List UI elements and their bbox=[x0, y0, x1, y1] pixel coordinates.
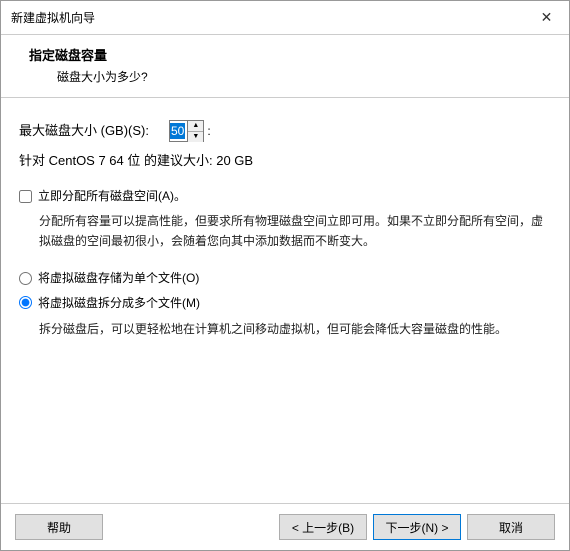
back-button[interactable]: < 上一步(B) bbox=[279, 514, 367, 540]
recommend-text: 针对 CentOS 7 64 位 的建议大小: 20 GB bbox=[19, 152, 551, 170]
spinner-up-icon[interactable]: ▲ bbox=[188, 121, 203, 132]
next-button[interactable]: 下一步(N) > bbox=[373, 514, 461, 540]
wizard-header: 指定磁盘容量 磁盘大小为多少? bbox=[1, 35, 569, 98]
spinner-buttons[interactable]: ▲ ▼ bbox=[187, 121, 203, 141]
disk-size-row: 最大磁盘大小 (GB)(S): 50 ▲ ▼ : bbox=[19, 120, 551, 142]
allocate-now-row[interactable]: 立即分配所有磁盘空间(A)。 bbox=[19, 188, 551, 205]
wizard-window: 新建虚拟机向导 ✕ 指定磁盘容量 磁盘大小为多少? 最大磁盘大小 (GB)(S)… bbox=[0, 0, 570, 551]
wizard-footer: 帮助 < 上一步(B) 下一步(N) > 取消 bbox=[1, 503, 569, 550]
window-title: 新建虚拟机向导 bbox=[11, 9, 95, 26]
store-split-radio[interactable] bbox=[19, 296, 32, 309]
store-split-hint: 拆分磁盘后，可以更轻松地在计算机之间移动虚拟机，但可能会降低大容量磁盘的性能。 bbox=[19, 319, 551, 339]
allocate-now-checkbox[interactable] bbox=[19, 190, 32, 203]
page-subtitle: 磁盘大小为多少? bbox=[29, 68, 551, 85]
nav-buttons: < 上一步(B) 下一步(N) > 取消 bbox=[279, 514, 555, 540]
allocate-hint: 分配所有容量可以提高性能，但要求所有物理磁盘空间立即可用。如果不立即分配所有空间… bbox=[19, 211, 551, 252]
store-split-label: 将虚拟磁盘拆分成多个文件(M) bbox=[38, 295, 200, 312]
store-single-radio[interactable] bbox=[19, 272, 32, 285]
page-title: 指定磁盘容量 bbox=[29, 45, 551, 64]
colon: : bbox=[207, 123, 210, 140]
wizard-content: 最大磁盘大小 (GB)(S): 50 ▲ ▼ : 针对 CentOS 7 64 … bbox=[1, 98, 569, 503]
spinner-down-icon[interactable]: ▼ bbox=[188, 132, 203, 142]
disk-size-spinner[interactable]: 50 ▲ ▼ bbox=[169, 120, 204, 142]
store-split-row[interactable]: 将虚拟磁盘拆分成多个文件(M) bbox=[19, 295, 551, 312]
store-single-label: 将虚拟磁盘存储为单个文件(O) bbox=[38, 270, 199, 287]
close-icon[interactable]: ✕ bbox=[524, 1, 569, 35]
titlebar: 新建虚拟机向导 ✕ bbox=[1, 1, 569, 35]
disk-size-value[interactable]: 50 bbox=[170, 123, 185, 140]
store-single-row[interactable]: 将虚拟磁盘存储为单个文件(O) bbox=[19, 270, 551, 287]
cancel-button[interactable]: 取消 bbox=[467, 514, 555, 540]
disk-size-label: 最大磁盘大小 (GB)(S): bbox=[19, 122, 149, 140]
allocate-now-label: 立即分配所有磁盘空间(A)。 bbox=[38, 188, 186, 205]
help-button[interactable]: 帮助 bbox=[15, 514, 103, 540]
